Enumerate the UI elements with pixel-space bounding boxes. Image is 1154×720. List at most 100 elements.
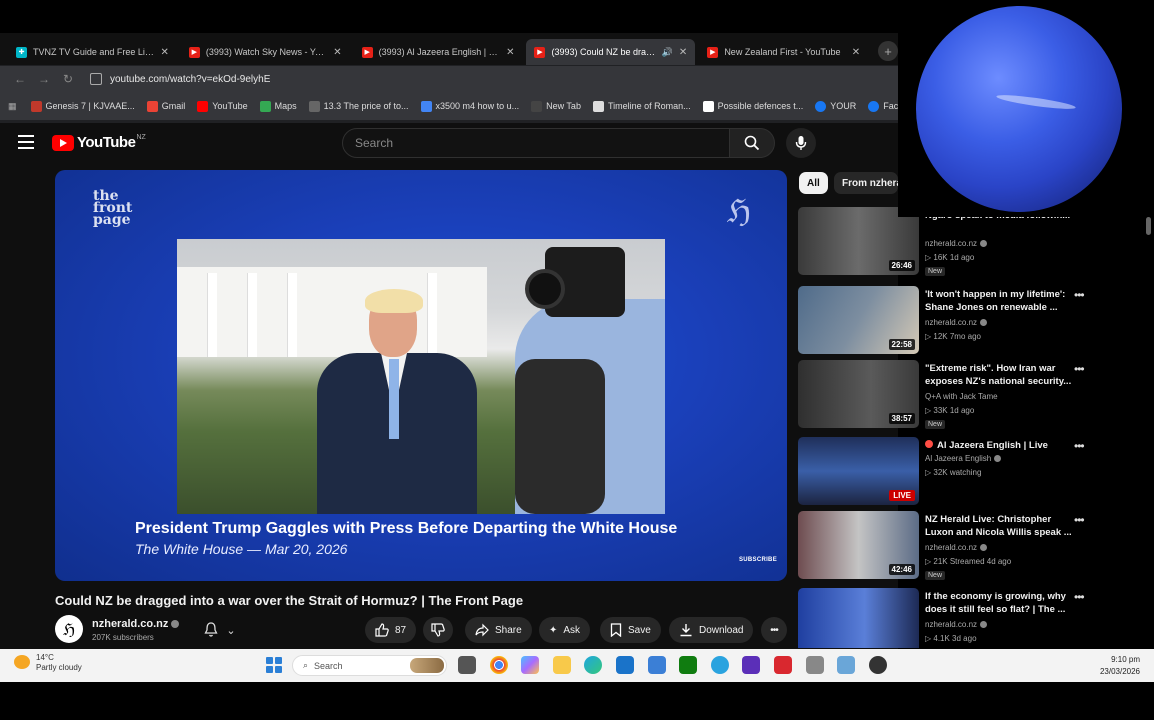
bookmark-item[interactable]: Possible defences t... [702,100,804,112]
video-thumbnail[interactable]: LIVE [798,437,919,505]
close-icon[interactable]: ✕ [506,47,514,58]
gamepad-icon[interactable] [805,656,824,674]
video-thumbnail[interactable] [798,588,919,648]
tab-al-jazeera[interactable]: ▶ (3993) Al Jazeera English | Live ✕ [354,39,523,65]
search-button[interactable] [729,128,775,158]
notification-bell-button[interactable]: ⌄ [203,619,237,641]
tab-strip: ✚ TVNZ TV Guide and Free Live T ✕ ▶ (399… [0,33,898,65]
bookmark-label: YOUR [830,101,857,111]
save-button[interactable]: Save [600,617,661,643]
weather-widget[interactable]: 14°C Partly cloudy [14,653,82,673]
download-button[interactable]: Download [669,617,754,643]
media-app-icon[interactable] [773,656,792,674]
apps-icon[interactable]: ▦ [8,101,17,112]
chevron-down-icon: ⌄ [226,624,236,637]
search-input[interactable]: Search [342,128,730,158]
voice-search-button[interactable] [786,128,816,158]
reload-icon[interactable]: ↻ [58,72,78,86]
channel-avatar[interactable]: ℌ [55,615,83,643]
recommendation-meta: ▷ 32K watching [925,468,982,477]
channel-name[interactable]: nzherald.co.nz [92,618,180,630]
bookmark-item[interactable]: Gmail [146,100,185,112]
bookmark-item[interactable]: Timeline of Roman... [592,100,691,112]
xbox-icon[interactable] [679,656,698,674]
tab-title: (3993) Watch Sky News - YouTube [205,47,327,57]
bookmark-item[interactable]: 13.3 The price of to... [308,100,409,112]
bookmark-item[interactable]: New Tab [531,100,581,112]
bookmark-item[interactable]: x3500 m4 how to u... [420,100,519,112]
tab-nz-first[interactable]: ▶ New Zealand First - YouTube ✕ [699,39,868,65]
bookmark-item[interactable]: Face [868,100,898,112]
url-field[interactable]: youtube.com/watch?v=ekOd-9elyhE [90,69,898,89]
share-label: Share [495,624,522,636]
subscriber-count: 207K subscribers [92,633,154,642]
chip-from-channel[interactable]: From nzherald [834,172,898,194]
video-thumbnail[interactable]: 22:58 [798,286,919,354]
tab-could-nz[interactable]: ▶ (3993) Could NZ be dragged 🔊 ✕ [526,39,696,65]
share-button[interactable]: Share [465,617,532,643]
dislike-button[interactable] [423,617,453,643]
verified-icon [171,620,180,629]
more-options-icon[interactable]: ••• [1074,362,1085,376]
close-icon[interactable]: ✕ [333,47,341,58]
recommendation-item[interactable]: 26:46 Ngaro speak to media followin... n… [798,207,1154,276]
forward-icon[interactable]: → [34,72,54,86]
new-tab-button[interactable]: + [878,41,898,61]
recommendation-title: "Extreme risk". How Iran war exposes NZ'… [925,363,1072,387]
gear-icon[interactable] [868,656,887,674]
ask-button[interactable]: ✦ Ask [539,617,591,643]
edge-icon[interactable] [584,656,603,674]
recommendation-item[interactable]: 22:58 'It won't happen in my lifetime': … [798,286,1154,354]
more-options-icon[interactable]: ••• [1074,288,1085,302]
video-thumbnail[interactable]: 42:46 [798,511,919,579]
subscribe-watermark[interactable]: SUBSCRIBE [739,557,777,563]
copilot-icon[interactable] [521,656,540,674]
close-icon[interactable]: ✕ [679,47,687,58]
close-icon[interactable]: ✕ [852,47,860,58]
chrome-icon[interactable] [489,656,508,674]
menu-icon[interactable] [18,135,34,149]
chip-all[interactable]: All [799,172,828,194]
store-icon[interactable] [647,656,666,674]
file-explorer-icon[interactable] [552,656,571,674]
more-options-icon[interactable]: ••• [1074,590,1085,604]
recommendation-channel: nzherald.co.nz [925,318,988,327]
back-icon[interactable]: ← [10,72,30,86]
bookmark-label: Genesis 7 | KJVAAE... [45,101,135,111]
video-player[interactable]: thefrontpage ℌ President Trump Gaggles [55,170,787,581]
taskbar-search[interactable]: ⌕ Search [292,655,447,676]
tab-sky-news[interactable]: ▶ (3993) Watch Sky News - YouTube ✕ [181,39,350,65]
site-info-icon[interactable] [90,73,102,85]
telegram-icon[interactable] [710,656,729,674]
like-button[interactable]: 87 [365,617,417,643]
sparkle-icon: ✦ [549,624,558,636]
bookmark-item[interactable]: Genesis 7 | KJVAAE... [30,100,135,112]
bookmark-label: Possible defences t... [717,101,804,111]
recommendation-item[interactable]: 42:46 NZ Herald Live: Christopher Luxon … [798,511,1154,580]
recommendation-item[interactable]: If the economy is growing, why does it s… [798,588,1154,648]
more-options-icon[interactable]: ••• [1074,439,1085,453]
more-actions-button[interactable]: ••• [761,617,787,643]
recommendation-item[interactable]: 38:57 "Extreme risk". How Iran war expos… [798,360,1154,429]
bookmark-item[interactable]: YOUR [815,100,857,112]
outlook-icon[interactable] [615,656,634,674]
bookmark-item[interactable]: YouTube [197,100,248,112]
recommendation-item[interactable]: LIVE Al Jazeera English | Live ••• Al Ja… [798,437,1154,505]
youtube-logo[interactable]: YouTube NZ [52,134,146,151]
recommendation-channel: Q+A with Jack Tame [925,392,998,401]
video-thumbnail[interactable]: 38:57 [798,360,919,428]
bookmark-item[interactable]: Maps [259,100,297,112]
task-view-icon[interactable] [458,656,476,674]
more-options-icon[interactable]: ••• [1074,513,1085,527]
recommendation-channel: nzherald.co.nz [925,543,988,552]
tab-tvnz[interactable]: ✚ TVNZ TV Guide and Free Live T ✕ [8,39,177,65]
scrollbar[interactable] [1146,217,1151,235]
video-thumbnail[interactable]: 26:46 [798,207,919,275]
system-clock[interactable]: 9:10 pm 23/03/2026 [1100,654,1140,678]
app-icon[interactable] [742,656,761,674]
start-button[interactable] [266,657,282,673]
speaker-icon[interactable]: 🔊 [662,47,673,58]
network-app-icon[interactable] [837,656,856,674]
close-icon[interactable]: ✕ [160,47,168,58]
channel-text: nzherald.co.nz [925,239,978,248]
